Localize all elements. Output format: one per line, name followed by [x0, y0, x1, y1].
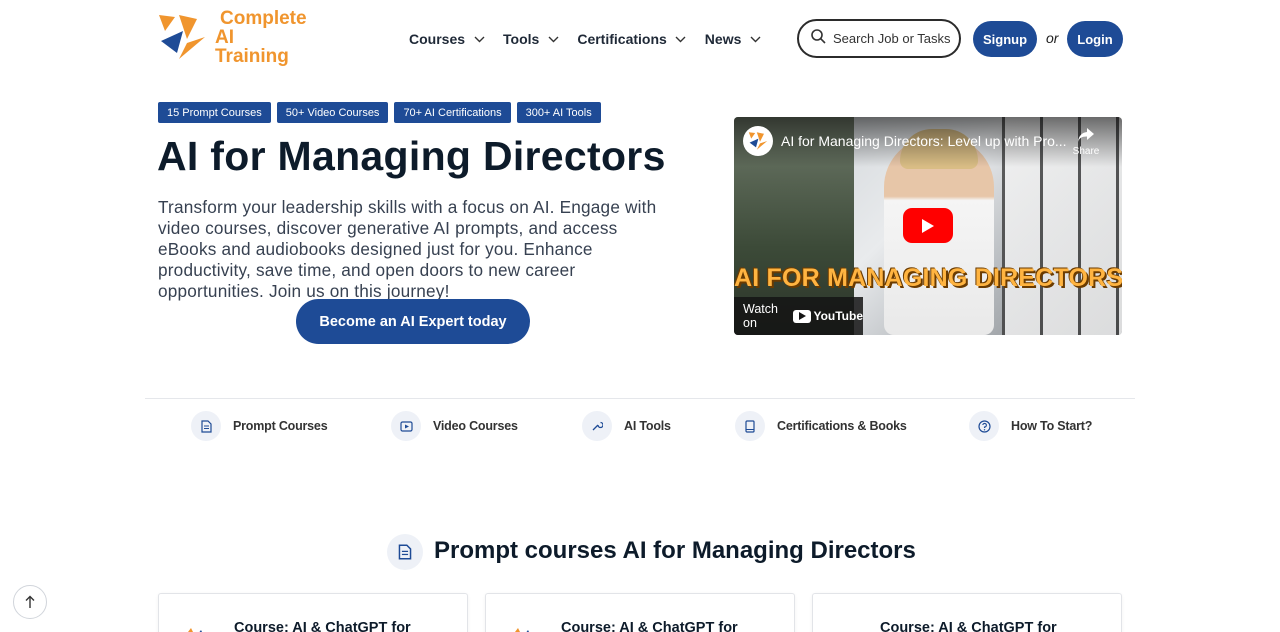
- section-divider: [145, 398, 1135, 399]
- brand-line-1: Complete: [220, 7, 307, 29]
- badge-prompt-courses[interactable]: 15 Prompt Courses: [158, 102, 271, 123]
- watch-on-youtube[interactable]: Watch on YouTube: [734, 297, 863, 335]
- category-how-to-start[interactable]: How To Start?: [969, 411, 1092, 441]
- chevron-down-icon: [748, 32, 762, 46]
- wrench-icon: [582, 411, 612, 441]
- nav-certifications-label: Certifications: [577, 31, 667, 47]
- watch-on-label: Watch on: [743, 302, 778, 330]
- book-icon: [735, 411, 765, 441]
- search-input[interactable]: [833, 31, 953, 46]
- badge-certifications[interactable]: 70+ AI Certifications: [394, 102, 511, 123]
- video-player[interactable]: AI for Managing Directors: Level up with…: [734, 117, 1122, 335]
- chevron-down-icon: [472, 32, 486, 46]
- category-label: Prompt Courses: [233, 419, 328, 433]
- nav-courses[interactable]: Courses: [409, 28, 486, 50]
- play-button[interactable]: [903, 208, 953, 243]
- document-icon: [387, 534, 423, 570]
- category-label: AI Tools: [624, 419, 671, 433]
- section-title: Prompt courses AI for Managing Directors: [434, 537, 916, 564]
- logo-icon: [157, 13, 207, 61]
- category-label: Video Courses: [433, 419, 518, 433]
- badge-video-courses[interactable]: 50+ Video Courses: [276, 102, 389, 123]
- category-video-courses[interactable]: Video Courses: [391, 411, 518, 441]
- page-title: AI for Managing Directors: [157, 133, 666, 179]
- course-logo-icon: [515, 628, 529, 632]
- nav-tools-label: Tools: [503, 31, 540, 47]
- question-icon: [969, 411, 999, 441]
- main-nav: Courses Tools Certifications News: [409, 28, 779, 50]
- chevron-down-icon: [546, 32, 560, 46]
- course-card-title: Course: AI & ChatGPT for: [234, 620, 411, 632]
- course-card[interactable]: Course: AI & ChatGPT for: [485, 593, 795, 632]
- category-label: How To Start?: [1011, 419, 1093, 433]
- course-card-title: Course: AI & ChatGPT for: [561, 620, 738, 632]
- back-to-top-button[interactable]: [13, 585, 47, 619]
- nav-news[interactable]: News: [705, 28, 763, 50]
- share-button[interactable]: Share: [1070, 127, 1102, 157]
- nav-tools[interactable]: Tools: [503, 28, 560, 50]
- share-icon: [1078, 128, 1094, 142]
- hero-description: Transform your leadership skills with a …: [158, 197, 657, 301]
- login-button[interactable]: Login: [1067, 21, 1123, 57]
- signup-button[interactable]: Signup: [973, 21, 1037, 57]
- category-label: Certifications & Books: [777, 419, 907, 433]
- site-header: Complete AI Training Courses Tools Certi…: [0, 0, 1280, 80]
- youtube-icon: [793, 309, 812, 323]
- play-icon: [391, 411, 421, 441]
- category-certifications-books[interactable]: Certifications & Books: [735, 411, 907, 441]
- course-card-title: Course: AI & ChatGPT for: [880, 620, 1057, 632]
- share-label: Share: [1072, 146, 1100, 157]
- youtube-label: YouTube: [813, 309, 863, 323]
- play-icon: [922, 218, 934, 233]
- category-prompt-courses[interactable]: Prompt Courses: [191, 411, 328, 441]
- course-card[interactable]: Course: AI & ChatGPT for: [812, 593, 1122, 632]
- nav-courses-label: Courses: [409, 31, 466, 47]
- course-card[interactable]: Course: AI & ChatGPT for: [158, 593, 468, 632]
- document-icon: [191, 411, 221, 441]
- search-box[interactable]: [797, 19, 961, 58]
- channel-avatar[interactable]: [743, 126, 773, 156]
- video-caption: AI FOR MANAGING DIRECTORS: [734, 264, 1122, 292]
- search-icon: [811, 28, 826, 49]
- video-title[interactable]: AI for Managing Directors: Level up with…: [781, 133, 1067, 149]
- youtube-logo: YouTube: [793, 309, 863, 323]
- category-ai-tools[interactable]: AI Tools: [582, 411, 671, 441]
- logo[interactable]: Complete AI Training: [157, 7, 307, 66]
- nav-news-label: News: [704, 31, 742, 47]
- hero-badges: 15 Prompt Courses 50+ Video Courses 70+ …: [158, 102, 601, 123]
- arrow-up-icon: [25, 595, 35, 608]
- brand-line-2: AI Training: [215, 26, 289, 67]
- chevron-down-icon: [674, 32, 688, 46]
- nav-certifications[interactable]: Certifications: [577, 28, 687, 50]
- badge-ai-tools[interactable]: 300+ AI Tools: [516, 102, 601, 123]
- become-expert-button[interactable]: Become an AI Expert today: [296, 299, 530, 344]
- or-label: or: [1046, 30, 1059, 46]
- course-logo-icon: [188, 628, 202, 632]
